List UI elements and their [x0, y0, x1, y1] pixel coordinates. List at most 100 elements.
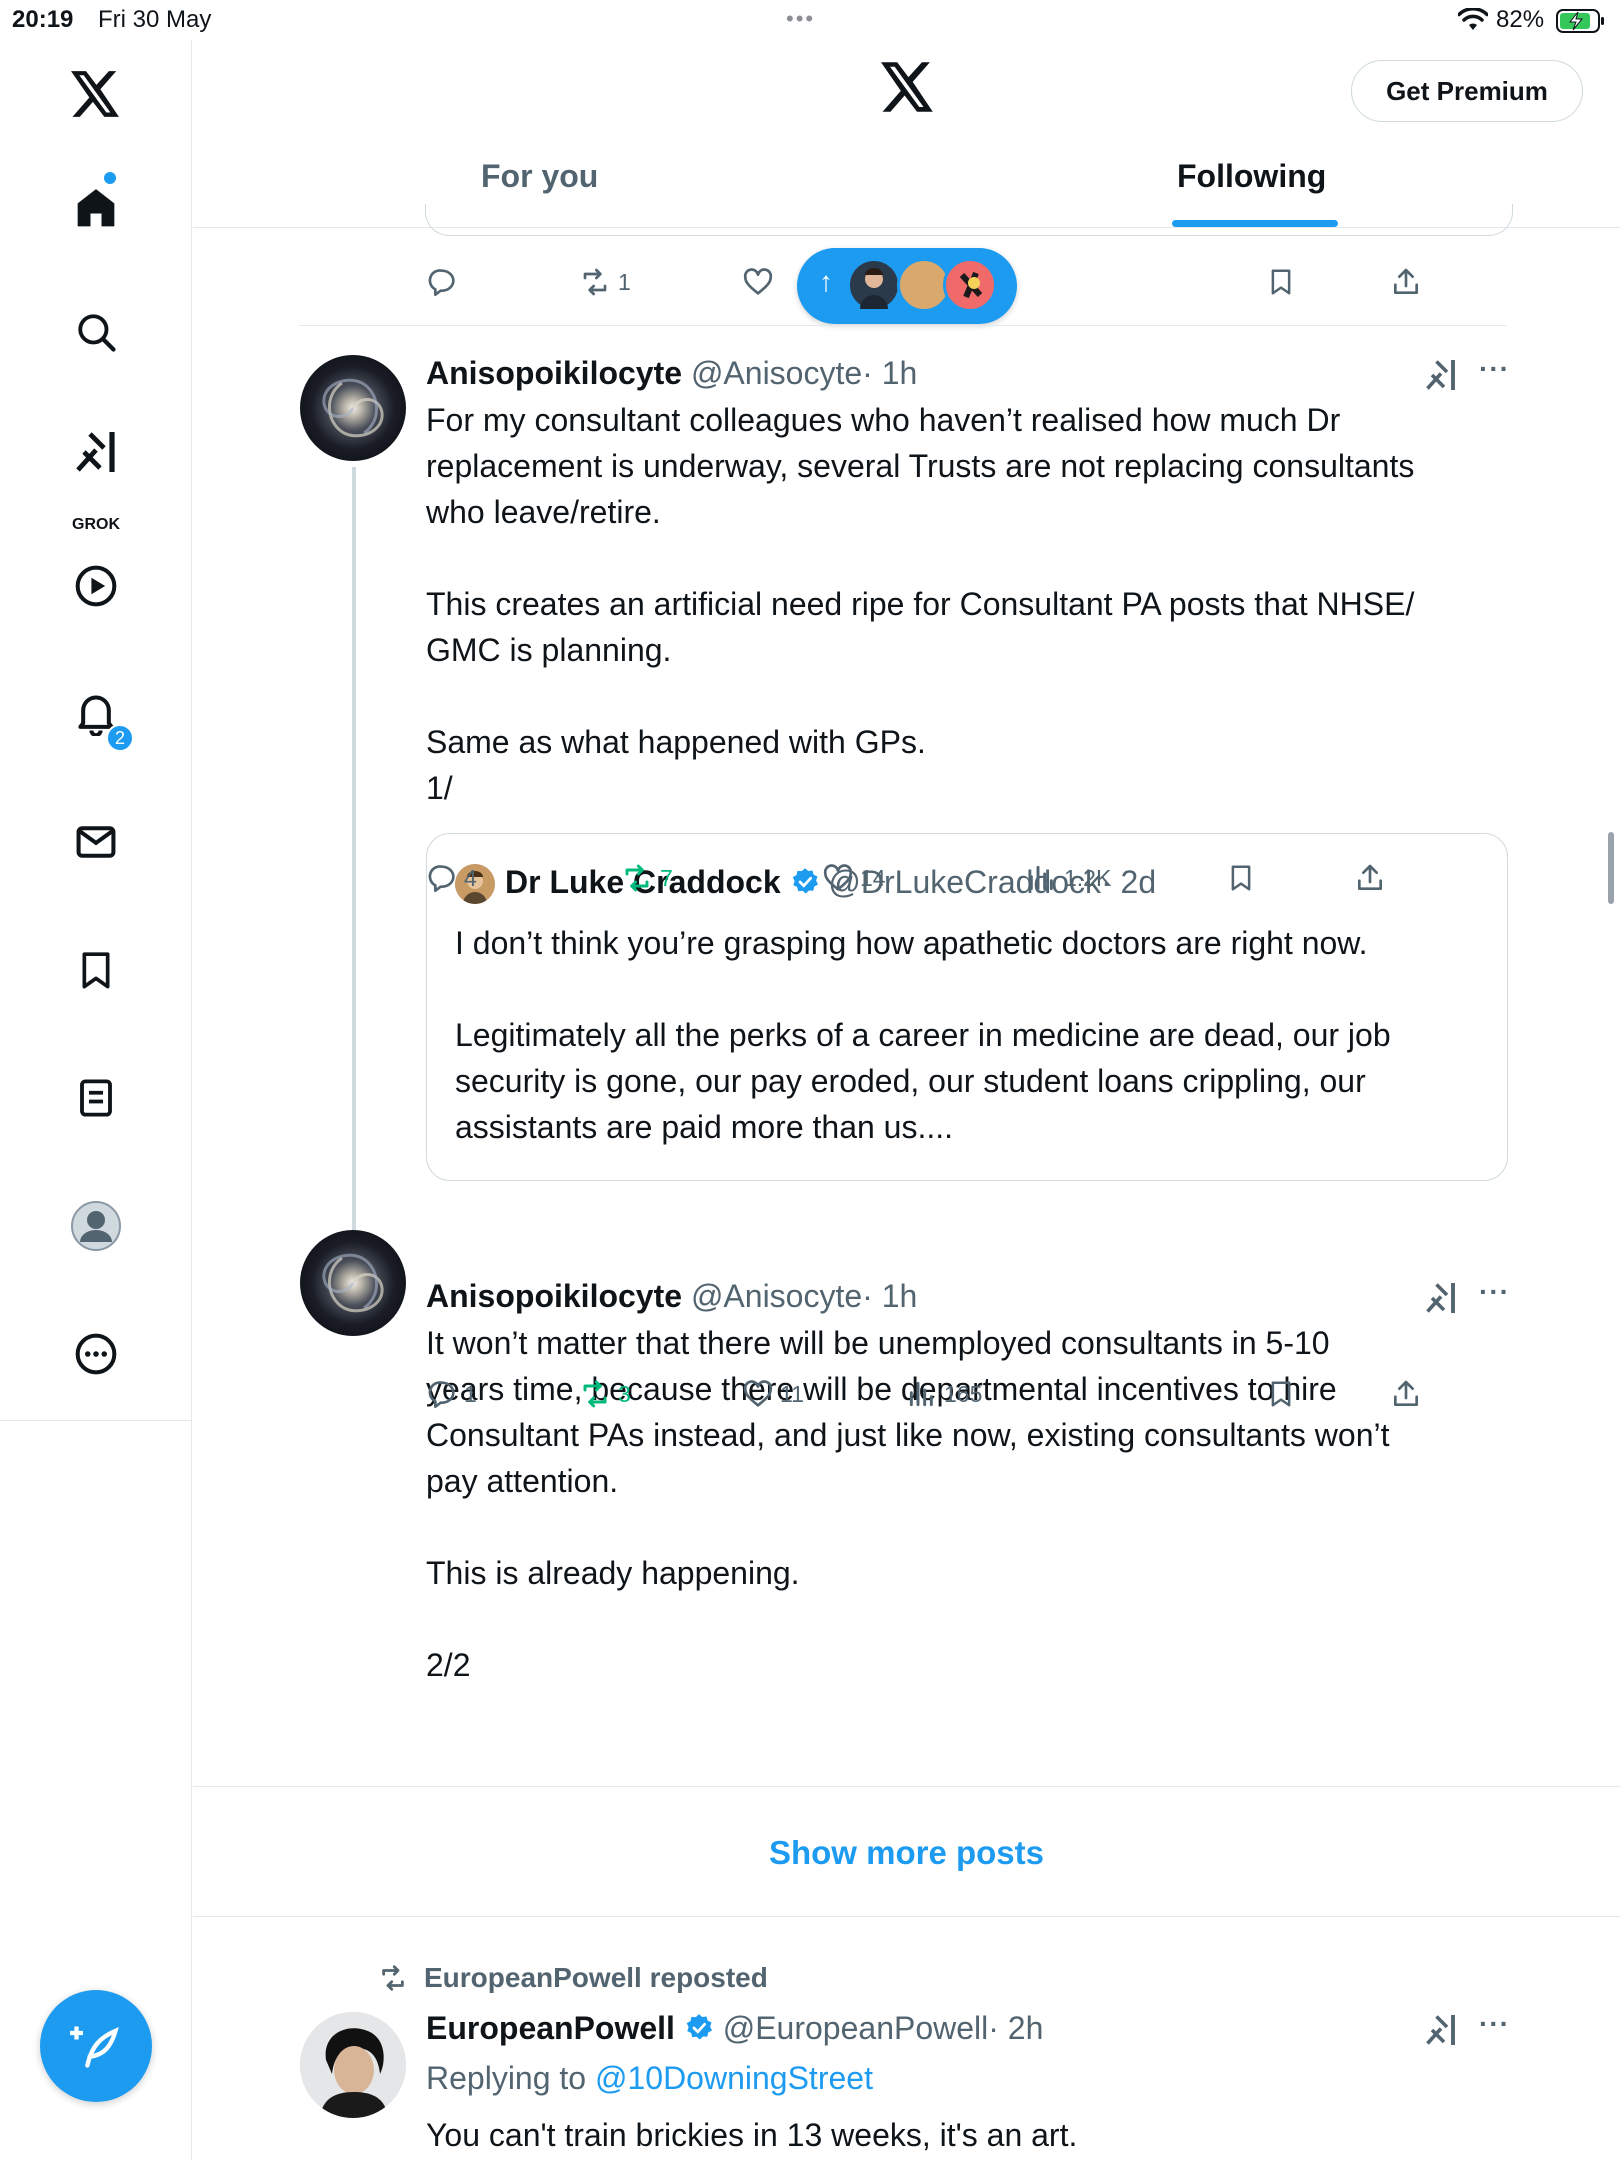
- more-options-icon[interactable]: [66, 1324, 126, 1384]
- reposted-by-line[interactable]: EuropeanPowell reposted: [376, 1962, 768, 1994]
- pill-avatar: [847, 258, 901, 312]
- section-separator: [193, 1786, 1620, 1787]
- author-handle[interactable]: @Anisocyte: [691, 1278, 862, 1314]
- messages-mail-icon[interactable]: [66, 812, 126, 872]
- notifications-badge: 2: [106, 724, 134, 752]
- lists-icon[interactable]: [66, 1068, 126, 1128]
- grok-label: GROK: [72, 516, 120, 533]
- sidebar: GROK 2: [0, 40, 192, 2160]
- bookmark-button[interactable]: [1266, 1378, 1296, 1410]
- multitask-dots[interactable]: •••: [786, 6, 815, 32]
- arrow-up-icon: ↑: [819, 266, 833, 297]
- repost-button[interactable]: 3: [578, 1378, 631, 1410]
- views-button[interactable]: 1.2K: [1026, 862, 1111, 894]
- author-handle[interactable]: @Anisocyte: [691, 355, 862, 391]
- compose-post-button[interactable]: [40, 1990, 152, 2102]
- repost-count: 1: [618, 268, 631, 295]
- grok-explain-icon[interactable]: [1423, 1280, 1459, 1321]
- post1-actions: 4 7 14 1.2K: [426, 862, 1620, 902]
- get-premium-button[interactable]: Get Premium: [1351, 60, 1583, 122]
- galaxy-avatar[interactable]: [300, 1230, 406, 1336]
- status-bar: 20:19 Fri 30 May ••• 82%: [0, 0, 1620, 40]
- post-more-icon[interactable]: ···: [1479, 1276, 1510, 1308]
- scroll-indicator[interactable]: [1608, 832, 1614, 904]
- bookmark-button[interactable]: [1226, 862, 1256, 894]
- post-author-line: Anisopoikilocyte @Anisocyte· 1h: [426, 1278, 917, 1315]
- replying-to-line: Replying to @10DowningStreet: [426, 2060, 873, 2097]
- post-time[interactable]: · 2h: [988, 2010, 1043, 2046]
- profile-avatar-icon[interactable]: [66, 1196, 126, 1256]
- reply-count: 1: [464, 1380, 477, 1407]
- battery-percent: 82%: [1496, 6, 1545, 33]
- x-logo-icon[interactable]: [66, 64, 126, 124]
- post-author-line: Anisopoikilocyte @Anisocyte· 1h: [426, 355, 917, 392]
- post-author-line: EuropeanPowell @EuropeanPowell· 2h: [426, 2010, 1043, 2051]
- reposted-by-text: EuropeanPowell reposted: [424, 1962, 768, 1993]
- post-more-icon[interactable]: ···: [1479, 2008, 1510, 2040]
- repost-button[interactable]: 1: [578, 266, 631, 298]
- share-button[interactable]: [1390, 266, 1422, 298]
- quote-text: I don’t think you’re grasping how apathe…: [455, 925, 1391, 1145]
- prev-post-actions: 1: [426, 266, 1620, 306]
- status-time: 20:19: [12, 6, 74, 33]
- like-count: 11: [780, 1380, 804, 1407]
- like-count: 14: [860, 864, 886, 891]
- bookmarks-icon[interactable]: [66, 940, 126, 1000]
- tab-for-you[interactable]: For you: [481, 158, 598, 195]
- show-more-posts-link[interactable]: Show more posts: [193, 1834, 1620, 1872]
- tab-following[interactable]: Following: [1177, 158, 1326, 195]
- bookmark-button[interactable]: [1266, 266, 1296, 298]
- reply-button[interactable]: [426, 266, 458, 298]
- new-posts-pill[interactable]: ↑: [797, 248, 1017, 324]
- share-button[interactable]: [1390, 1378, 1422, 1410]
- post2-actions: 1 3 11 165: [426, 1378, 1620, 1418]
- grok-explain-icon[interactable]: [1423, 357, 1459, 398]
- like-button[interactable]: [742, 266, 774, 298]
- repost-count: 7: [660, 864, 673, 891]
- reply-button[interactable]: 1: [426, 1378, 477, 1410]
- reply-button[interactable]: 4: [426, 862, 477, 894]
- post-time[interactable]: · 1h: [862, 355, 917, 391]
- author-handle[interactable]: @EuropeanPowell: [723, 2010, 989, 2046]
- video-play-icon[interactable]: [66, 556, 126, 616]
- author-name[interactable]: EuropeanPowell: [426, 2010, 675, 2046]
- timeline-header: Get Premium For you Following: [193, 40, 1620, 228]
- view-count: 1.2K: [1064, 864, 1112, 891]
- home-icon[interactable]: [66, 178, 126, 238]
- post-text: It won’t matter that there will be unemp…: [426, 1325, 1390, 1683]
- share-button[interactable]: [1354, 862, 1386, 894]
- post-text: For my consultant colleagues who haven’t…: [426, 402, 1415, 806]
- like-button[interactable]: 11: [742, 1378, 804, 1410]
- reply-count: 4: [464, 864, 477, 891]
- previous-card-edge: [425, 204, 1513, 236]
- x-logo-header-icon: [881, 62, 935, 117]
- home-unread-dot: [104, 172, 116, 184]
- replying-to-link[interactable]: @10DowningStreet: [595, 2060, 873, 2096]
- section-separator: [193, 1916, 1620, 1917]
- like-button[interactable]: 14: [822, 862, 886, 894]
- battery-icon: [1556, 8, 1606, 41]
- sidebar-divider: [0, 1420, 192, 1421]
- search-icon[interactable]: [66, 302, 126, 362]
- repost-count: 3: [618, 1380, 631, 1407]
- europeanpowell-avatar[interactable]: [300, 2012, 406, 2118]
- author-name[interactable]: Anisopoikilocyte: [426, 1278, 682, 1314]
- replying-prefix: Replying to: [426, 2060, 595, 2096]
- post-time[interactable]: · 1h: [862, 1278, 917, 1314]
- view-count: 165: [944, 1380, 983, 1407]
- galaxy-avatar[interactable]: [300, 355, 406, 461]
- pill-avatar: [943, 258, 997, 312]
- verified-badge-icon: [684, 2013, 714, 2051]
- thread-connector-line: [352, 467, 356, 1285]
- status-date: Fri 30 May: [98, 6, 212, 33]
- grok-icon[interactable]: [66, 422, 126, 482]
- views-button[interactable]: 165: [906, 1378, 982, 1410]
- repost-small-icon: [382, 1965, 404, 1991]
- post-more-icon[interactable]: ···: [1479, 353, 1510, 385]
- repost-button[interactable]: 7: [620, 862, 673, 894]
- author-name[interactable]: Anisopoikilocyte: [426, 355, 682, 391]
- wifi-icon: [1457, 7, 1489, 39]
- grok-explain-icon[interactable]: [1423, 2012, 1459, 2053]
- post-separator: [299, 325, 1507, 326]
- post-text: You can't train brickies in 13 weeks, it…: [426, 2117, 1078, 2153]
